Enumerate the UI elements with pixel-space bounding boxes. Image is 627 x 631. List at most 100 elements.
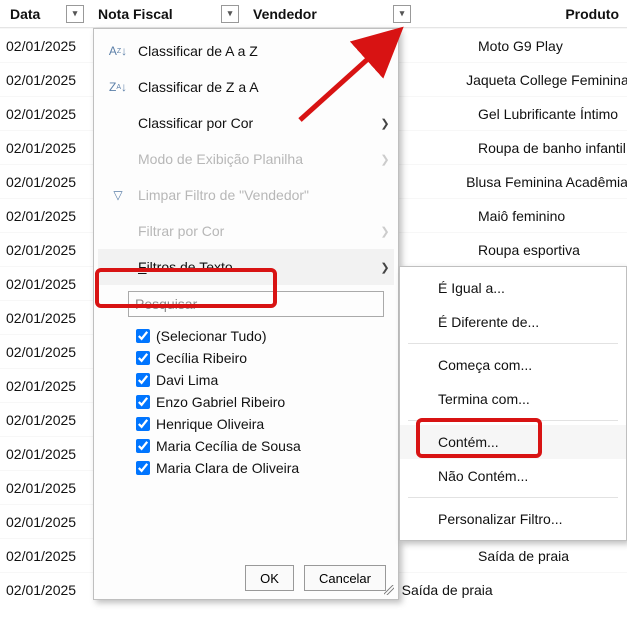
value-item[interactable]: Cecília Ribeiro [136, 347, 384, 369]
text-filters-label: Filtros de Texto [138, 259, 366, 275]
checkbox[interactable] [136, 395, 150, 409]
header-produto: Produto [415, 0, 627, 27]
dropdown-nota-icon[interactable]: ▾ [221, 5, 239, 23]
header-data: Data ▾ [0, 0, 88, 27]
cell-date: 02/01/2025 [0, 310, 88, 326]
value-item[interactable]: Maria Clara de Oliveira [136, 457, 384, 479]
cell-date: 02/01/2025 [0, 208, 88, 224]
not-contains-label: Não Contém... [438, 468, 528, 484]
header-nota-label: Nota Fiscal [98, 6, 173, 22]
checkbox[interactable] [136, 373, 150, 387]
cell-date: 02/01/2025 [0, 412, 88, 428]
header-nota-fiscal: Nota Fiscal ▾ [88, 0, 243, 27]
filter-color-label: Filtrar por Cor [138, 223, 366, 239]
custom-label: Personalizar Filtro... [438, 511, 562, 527]
ends-label: Termina com... [438, 391, 530, 407]
sort-za-item[interactable]: ZA↓ Classificar de Z a A [98, 69, 394, 105]
value-label: Maria Cecília de Sousa [156, 438, 301, 454]
checkbox[interactable] [136, 351, 150, 365]
filter-color-item: Filtrar por Cor ❯ [98, 213, 394, 249]
cell-date: 02/01/2025 [0, 72, 76, 88]
value-label: Davi Lima [156, 372, 218, 388]
ok-button[interactable]: OK [245, 565, 294, 591]
sheet-view-label: Modo de Exibição Planilha [138, 151, 366, 167]
sort-az-item[interactable]: AZ↓ Classificar de A a Z [98, 33, 394, 69]
chevron-right-icon: ❯ [376, 117, 394, 130]
custom-filter-item[interactable]: Personalizar Filtro... [400, 502, 626, 536]
header-vendedor: Vendedor ▾ [243, 0, 415, 27]
filter-panel: AZ↓ Classificar de A a Z ZA↓ Classificar… [93, 28, 399, 600]
cell-date: 02/01/2025 [0, 514, 88, 530]
cell-date: 02/01/2025 [0, 446, 88, 462]
value-label: Cecília Ribeiro [156, 350, 247, 366]
value-item[interactable]: Enzo Gabriel Ribeiro [136, 391, 384, 413]
value-item[interactable]: Davi Lima [136, 369, 384, 391]
menu-divider [408, 420, 618, 421]
header-prod-label: Produto [565, 6, 619, 22]
cell-date: 02/01/2025 [0, 548, 88, 564]
begins-with-item[interactable]: Começa com... [400, 348, 626, 382]
not-equals-label: É Diferente de... [438, 314, 539, 330]
value-label: Enzo Gabriel Ribeiro [156, 394, 285, 410]
header-data-label: Data [10, 6, 40, 22]
sort-za-label: Classificar de Z a A [138, 79, 394, 95]
sort-az-icon: AZ↓ [108, 41, 128, 61]
cancel-button[interactable]: Cancelar [304, 565, 386, 591]
clear-filter-label: Limpar Filtro de "Vendedor" [138, 187, 394, 203]
begins-label: Começa com... [438, 357, 532, 373]
sort-color-label: Classificar por Cor [138, 115, 366, 131]
blank-icon [108, 113, 128, 133]
sheet-view-item: Modo de Exibição Planilha ❯ [98, 141, 394, 177]
resize-grip-icon[interactable] [384, 585, 394, 595]
value-item[interactable]: Maria Cecília de Sousa [136, 435, 384, 457]
value-item[interactable]: Henrique Oliveira [136, 413, 384, 435]
clear-filter-item: ▽ Limpar Filtro de "Vendedor" [98, 177, 394, 213]
ends-with-item[interactable]: Termina com... [400, 382, 626, 416]
dropdown-data-icon[interactable]: ▾ [66, 5, 84, 23]
cell-date: 02/01/2025 [0, 276, 88, 292]
cell-date: 02/01/2025 [0, 480, 88, 496]
not-equals-item[interactable]: É Diferente de... [400, 305, 626, 339]
menu-divider [408, 497, 618, 498]
not-contains-item[interactable]: Não Contém... [400, 459, 626, 493]
blank-icon [108, 149, 128, 169]
cell-date: 02/01/2025 [0, 242, 88, 258]
equals-label: É Igual a... [438, 280, 505, 296]
cell-date: 02/01/2025 [0, 378, 88, 394]
panel-buttons: OK Cancelar [98, 559, 394, 591]
chevron-right-icon: ❯ [376, 261, 394, 274]
values-checklist: (Selecionar Tudo) Cecília Ribeiro Davi L… [136, 325, 384, 559]
text-filters-submenu: É Igual a... É Diferente de... Começa co… [399, 266, 627, 541]
search-placeholder: Pesquisar [135, 296, 197, 312]
clear-filter-icon: ▽ [108, 185, 128, 205]
checkbox[interactable] [136, 439, 150, 453]
equals-item[interactable]: É Igual a... [400, 271, 626, 305]
menu-divider [408, 343, 618, 344]
sort-za-icon: ZA↓ [108, 77, 128, 97]
chevron-right-icon: ❯ [376, 153, 394, 166]
sort-az-label: Classificar de A a Z [138, 43, 394, 59]
value-label: Maria Clara de Oliveira [156, 460, 299, 476]
checkbox[interactable] [136, 461, 150, 475]
chevron-right-icon: ❯ [376, 225, 394, 238]
blank-icon [108, 257, 128, 277]
sort-color-item[interactable]: Classificar por Cor ❯ [98, 105, 394, 141]
cell-date: 02/01/2025 [0, 174, 76, 190]
text-filters-item[interactable]: Filtros de Texto ❯ [98, 249, 394, 285]
contains-label: Contém... [438, 434, 499, 450]
value-label: Henrique Oliveira [156, 416, 264, 432]
select-all-label: (Selecionar Tudo) [156, 328, 267, 344]
cell-date: 02/01/2025 [0, 140, 88, 156]
checkbox[interactable] [136, 417, 150, 431]
table-header: Data ▾ Nota Fiscal ▾ Vendedor ▾ Produto [0, 0, 627, 28]
dropdown-vendedor-icon[interactable]: ▾ [393, 5, 411, 23]
select-all-item[interactable]: (Selecionar Tudo) [136, 325, 384, 347]
blank-icon [108, 221, 128, 241]
cell-date: 02/01/2025 [0, 582, 88, 598]
header-vend-label: Vendedor [253, 6, 317, 22]
cell-date: 02/01/2025 [0, 38, 88, 54]
cell-date: 02/01/2025 [0, 106, 88, 122]
contains-item[interactable]: Contém... [400, 425, 626, 459]
search-input[interactable]: Pesquisar [128, 291, 384, 317]
checkbox[interactable] [136, 329, 150, 343]
